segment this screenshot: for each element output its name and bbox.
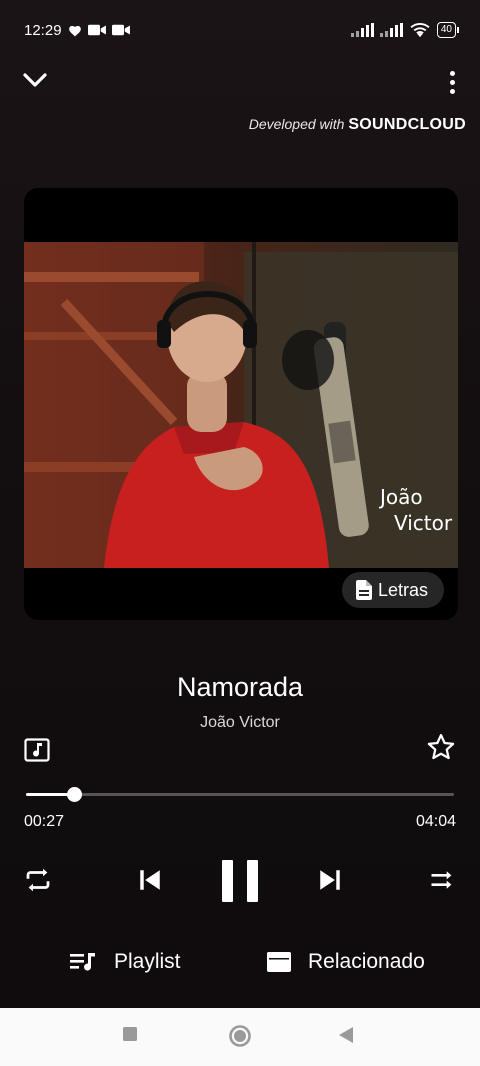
battery-icon: 40 (436, 22, 460, 38)
wifi-icon (410, 23, 430, 38)
collapse-button[interactable] (20, 66, 50, 96)
tab-playlist[interactable]: Playlist (70, 950, 181, 974)
more-options-button[interactable] (440, 66, 464, 98)
lyrics-button[interactable]: Letras (341, 572, 444, 608)
developed-prefix: Developed with (248, 116, 349, 132)
heart-icon (68, 25, 81, 36)
album-artwork: João Victor (24, 242, 458, 568)
queue-music-icon (70, 953, 95, 971)
recents-square-icon (123, 1027, 137, 1041)
seek-thumb[interactable] (66, 787, 82, 802)
nav-recents-button[interactable] (122, 1026, 138, 1047)
status-left: 12:29 (24, 22, 130, 39)
back-triangle-icon (339, 1027, 353, 1043)
repeat-button[interactable] (22, 864, 54, 896)
tab-related[interactable]: Relacionado (266, 950, 425, 974)
bottom-tabs: Playlist Relacionado (0, 946, 480, 986)
signal-icon (379, 23, 403, 37)
pause-button[interactable] (216, 854, 264, 908)
tab-related-label: Relacionado (308, 950, 425, 973)
status-time: 12:29 (24, 21, 62, 39)
time-total: 04:04 (415, 813, 456, 830)
shuffle-button[interactable] (426, 864, 458, 896)
lyrics-label: Letras (377, 579, 428, 600)
seek-bar[interactable] (26, 786, 454, 804)
status-right: 40 (350, 22, 460, 38)
track-artist[interactable]: João Victor (0, 714, 480, 732)
more-vert-icon (449, 70, 455, 76)
related-card-icon (267, 952, 291, 972)
system-nav-bar (0, 1008, 480, 1066)
previous-button[interactable] (134, 864, 166, 896)
home-circle-icon (229, 1025, 251, 1047)
video-camera-icon (111, 24, 130, 36)
artwork-overlay-name-2: Victor (394, 511, 453, 535)
artwork-card: João Victor Letras (24, 188, 458, 620)
repeat-icon (26, 868, 50, 892)
skip-next-icon (320, 870, 340, 890)
music-note-icon (24, 738, 50, 762)
signal-icon (350, 23, 374, 37)
nav-back-button[interactable] (338, 1026, 354, 1049)
chevron-down-icon (23, 73, 47, 87)
next-button[interactable] (314, 864, 346, 896)
artwork-image: João Victor (24, 242, 458, 568)
soundcloud-attribution[interactable]: Developed with SOUNDCLOUD (249, 116, 466, 134)
soundcloud-brand: SOUNDCLOUD (348, 116, 466, 133)
track-title: Namorada (176, 672, 304, 702)
status-bar: 12:29 40 (0, 0, 480, 60)
shuffle-icon (431, 871, 452, 889)
tab-playlist-label: Playlist (114, 950, 181, 973)
time-elapsed: 00:27 (24, 813, 65, 830)
pause-icon (222, 860, 258, 902)
top-bar (0, 62, 480, 102)
favorite-button[interactable] (426, 732, 456, 762)
seek-track (26, 793, 454, 796)
artwork-overlay-name-1: João (378, 485, 423, 509)
playback-controls (0, 852, 480, 910)
skip-previous-icon (140, 870, 160, 890)
star-outline-icon (427, 734, 455, 760)
video-camera-icon (87, 24, 106, 36)
document-icon (355, 580, 372, 600)
music-info-button[interactable] (24, 738, 50, 762)
nav-home-button[interactable] (228, 1024, 252, 1053)
